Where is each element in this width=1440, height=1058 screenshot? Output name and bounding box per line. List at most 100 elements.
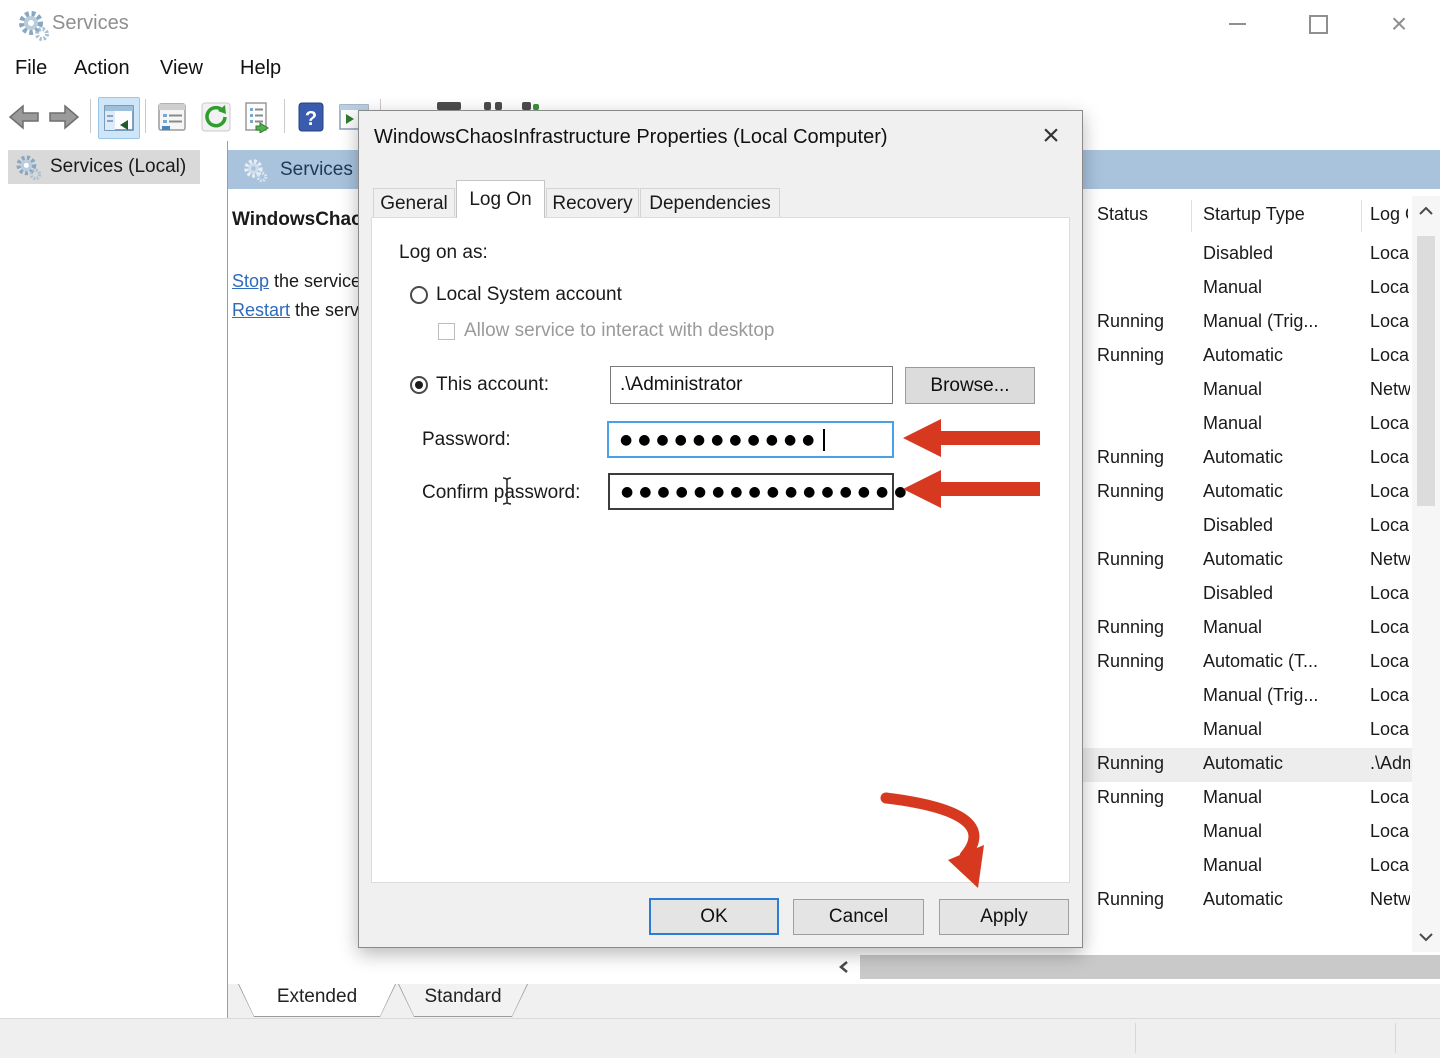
forward-button[interactable] [44,97,84,137]
service-row[interactable]: RunningAutomaticLocal Syste [1083,442,1413,476]
service-status: Running [1097,651,1187,672]
account-input[interactable] [610,366,893,404]
local-system-label[interactable]: Local System account [436,284,622,306]
service-row[interactable]: ManualNetwork S [1083,374,1413,408]
service-row[interactable]: DisabledLocal Syste [1083,578,1413,612]
export-list-button[interactable] [238,97,278,137]
refresh-icon [200,101,232,133]
dialog-close-button[interactable]: × [1034,119,1068,153]
service-row[interactable]: ManualLocal Syste [1083,408,1413,442]
horizontal-scroll-thumb[interactable] [860,955,1440,979]
tab-standard[interactable]: Standard [398,984,528,1017]
tab-log-on[interactable]: Log On [456,180,545,218]
service-row[interactable]: ManualLocal Syste [1083,850,1413,884]
close-icon: × [1391,10,1407,38]
service-row[interactable]: RunningManualLocal Syste [1083,612,1413,646]
dialog-title: WindowsChaosInfrastructure Properties (L… [374,126,888,149]
scroll-left-icon[interactable] [838,960,850,974]
vertical-scroll-thumb[interactable] [1417,236,1435,506]
stop-service-icon[interactable] [437,102,461,110]
text-caret [823,429,825,451]
service-status: Running [1097,617,1187,638]
confirm-password-input[interactable]: ●●●●●●●●●●●●●●●● [608,473,894,510]
service-status: Running [1097,481,1187,502]
service-startup-type: Manual [1203,719,1363,740]
menu-file[interactable]: File [15,57,47,80]
stop-service-text: the service [269,271,358,291]
menu-action[interactable]: Action [74,57,130,80]
service-status: Running [1097,345,1187,366]
service-logon-as: Local Syste [1370,651,1410,672]
horizontal-scrollbar[interactable] [608,953,1440,981]
service-logon-as: Local Syste [1370,481,1410,502]
service-row[interactable]: Manual (Trig...Local Syste [1083,680,1413,714]
back-button[interactable] [4,97,44,137]
service-startup-type: Disabled [1203,243,1363,264]
service-row[interactable]: RunningAutomatic.\Administrator [1083,748,1413,782]
minimize-button[interactable] [1204,0,1270,48]
service-startup-type: Manual (Trig... [1203,685,1363,706]
help-button[interactable]: ? [291,97,331,137]
this-account-radio[interactable] [410,376,428,394]
column-header-startup-type[interactable]: Startup Type [1203,204,1361,225]
scroll-down-icon[interactable] [1418,932,1434,942]
service-logon-as: Network S [1370,889,1410,910]
tree-item-label: Services (Local) [50,156,186,178]
restart-service-icon[interactable] [522,102,531,110]
scroll-up-icon[interactable] [1418,206,1434,216]
service-row[interactable]: ManualLocal Syste [1083,272,1413,306]
service-row[interactable]: ManualLocal Syste [1083,816,1413,850]
close-button[interactable]: × [1366,0,1432,48]
service-logon-as: Local Syste [1370,719,1410,740]
service-row[interactable]: RunningManual (Trig...Local Syste [1083,306,1413,340]
pause-service-icon[interactable] [484,102,491,110]
interact-desktop-label: Allow service to interact with desktop [464,320,774,342]
local-system-radio[interactable] [410,286,428,304]
help-icon: ? [296,101,326,133]
service-row[interactable]: DisabledLocal Syste [1083,510,1413,544]
vertical-scrollbar[interactable] [1412,196,1440,952]
services-window: Services × File Action View Help [0,0,1440,1058]
service-description-pane: WindowsChaosInfrastructure Stop the serv… [232,201,358,601]
properties-button[interactable] [152,97,192,137]
browse-button[interactable]: Browse... [905,367,1035,404]
console-tree-pane: Services (Local) [0,141,228,1018]
stop-service-link[interactable]: Stop [232,271,269,291]
password-input[interactable]: ●●●●●●●●●●● [607,421,894,458]
this-account-label[interactable]: This account: [436,374,549,396]
service-logon-as: .\Administrator [1370,753,1410,774]
cancel-button[interactable]: Cancel [793,899,924,935]
properties-dialog: WindowsChaosInfrastructure Properties (L… [358,110,1083,948]
service-row[interactable]: RunningAutomaticNetwork S [1083,884,1413,918]
refresh-button[interactable] [196,97,236,137]
ok-button[interactable]: OK [649,898,779,935]
column-header-logon-as[interactable]: Log On As [1370,204,1408,225]
tab-extended[interactable]: Extended [238,984,396,1017]
tree-item-services-local[interactable]: Services (Local) [8,150,200,184]
tab-dependencies[interactable]: Dependencies [640,188,780,218]
apply-button[interactable]: Apply [939,899,1069,935]
column-header-status[interactable]: Status [1097,204,1187,225]
restart-service-link[interactable]: Restart [232,300,290,320]
service-row[interactable]: DisabledLocal Syste [1083,238,1413,272]
menu-view[interactable]: View [160,57,203,80]
tab-general[interactable]: General [373,188,455,218]
service-row[interactable]: Manual Local Syste [1083,714,1413,748]
service-row[interactable]: RunningManualLocal Syste [1083,782,1413,816]
service-row[interactable]: RunningAutomatic (T...Local Syste [1083,646,1413,680]
maximize-button[interactable] [1285,0,1351,48]
service-startup-type: Manual [1203,617,1363,638]
restart-service-text: the service [290,300,358,320]
minimize-icon [1229,23,1246,25]
show-console-tree-button[interactable] [98,97,140,139]
log-on-tab-panel: Log on as: Local System account Allow se… [371,217,1070,883]
service-logon-as: Local Syste [1370,787,1410,808]
service-row[interactable]: RunningAutomaticLocal Syste [1083,476,1413,510]
ibeam-cursor-icon [500,476,514,506]
menu-help[interactable]: Help [240,57,281,80]
service-row[interactable]: RunningAutomaticNetwork S [1083,544,1413,578]
service-startup-type: Automatic [1203,447,1363,468]
interact-desktop-checkbox[interactable] [438,323,455,340]
tab-recovery[interactable]: Recovery [546,188,639,218]
service-row[interactable]: RunningAutomaticLocal Syste [1083,340,1413,374]
